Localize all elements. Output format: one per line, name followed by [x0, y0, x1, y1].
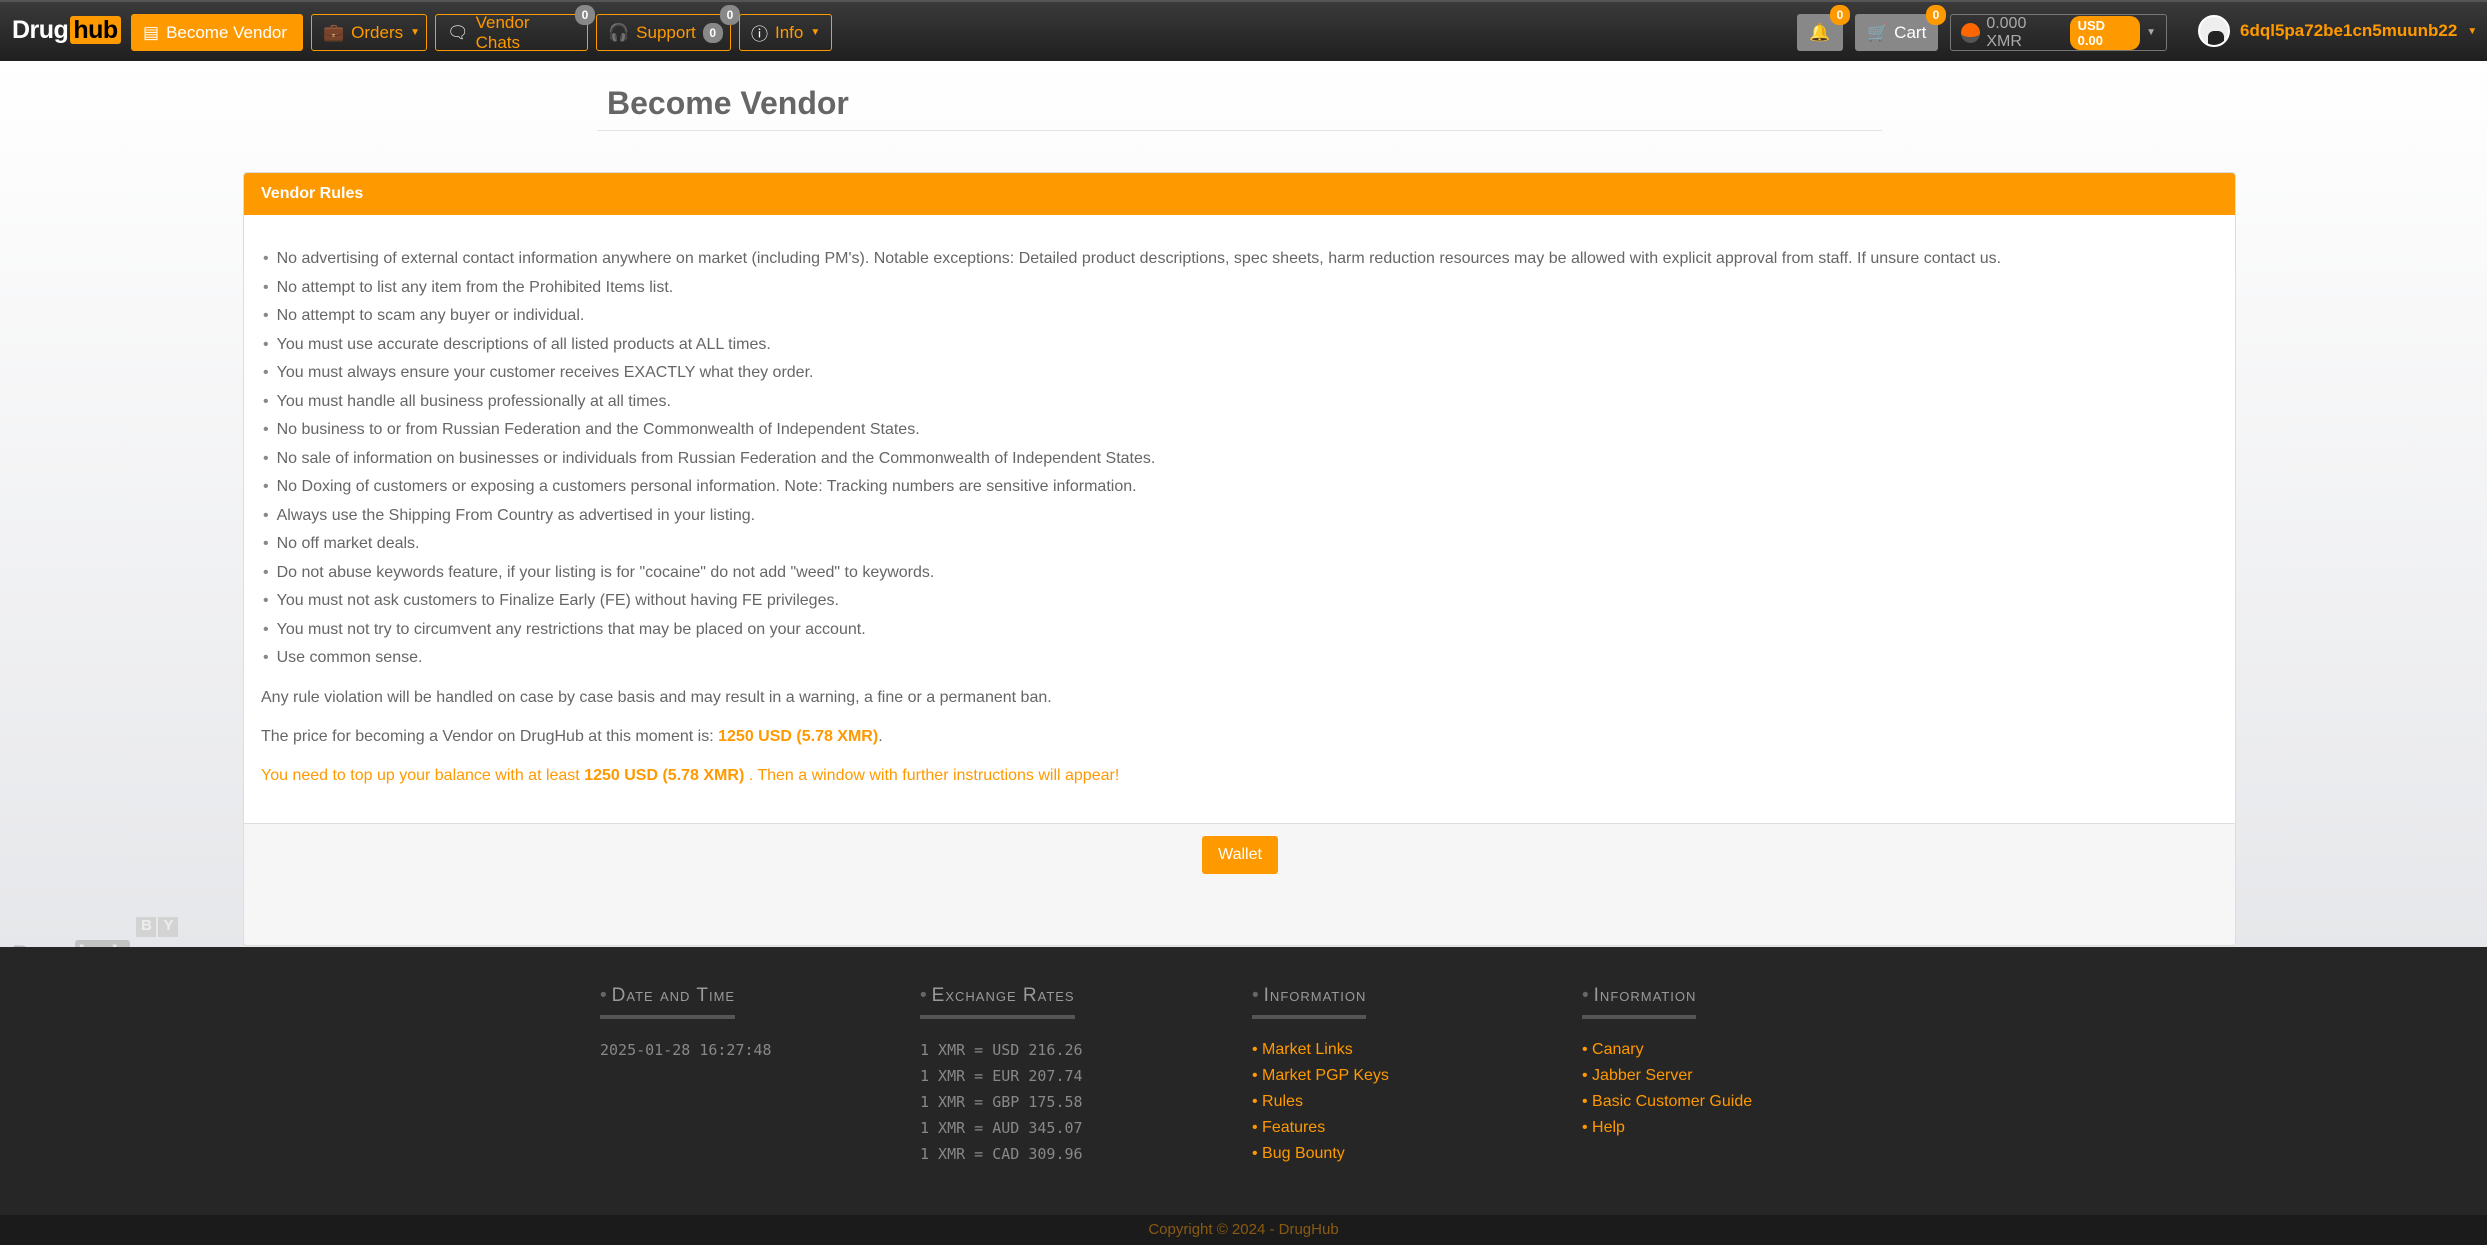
- cart-badge: 0: [1926, 5, 1946, 25]
- headset-icon: 🎧: [608, 22, 630, 42]
- support-badge: 0: [720, 5, 740, 25]
- footer-link[interactable]: Market Links: [1252, 1037, 1389, 1063]
- rule-item: No sale of information on businesses or …: [261, 445, 2218, 474]
- copyright: Copyright © 2024 - DrugHub: [0, 1215, 2487, 1245]
- support-inline-badge: 0: [702, 22, 723, 43]
- info-icon: ⓘ: [751, 25, 768, 44]
- vendor-chats-badge: 0: [575, 5, 595, 25]
- bell-icon: 🔔: [1809, 22, 1831, 42]
- rule-item: Use common sense.: [261, 644, 2218, 673]
- page-title: Become Vendor: [607, 85, 849, 121]
- watermark-b: B: [136, 917, 157, 937]
- support-label: Support: [636, 22, 696, 42]
- price-value: 1250 USD (5.78 XMR): [718, 727, 879, 745]
- footer-datetime: Date and Time 2025-01-28 16:27:48: [600, 985, 772, 1063]
- footer-information-1: Information Market LinksMarket PGP KeysR…: [1252, 985, 1389, 1167]
- footer-link[interactable]: Basic Customer Guide: [1582, 1089, 1752, 1115]
- footer-heading: Exchange Rates: [920, 985, 1075, 1019]
- exchange-rate: 1 XMR = AUD 345.07: [920, 1119, 1083, 1137]
- footer-link[interactable]: Bug Bounty: [1252, 1141, 1389, 1167]
- cart-icon: 🛒: [1867, 22, 1889, 42]
- rule-item: No business to or from Russian Federatio…: [261, 416, 2218, 445]
- footer-link[interactable]: Market PGP Keys: [1252, 1063, 1389, 1089]
- footer-link[interactable]: Features: [1252, 1115, 1389, 1141]
- rule-item: You must handle all business professiona…: [261, 388, 2218, 417]
- footer-link[interactable]: Canary: [1582, 1037, 1752, 1063]
- become-vendor-label: Become Vendor: [166, 22, 288, 42]
- caret-down-icon: ▼: [2146, 27, 2156, 38]
- footer-exchange-rates: Exchange Rates 1 XMR = USD 216.26 1 XMR =…: [920, 985, 1083, 1167]
- footer-link[interactable]: Jabber Server: [1582, 1063, 1752, 1089]
- topup-text: You need to top up your balance with at …: [261, 761, 2218, 790]
- rule-item: No off market deals.: [261, 530, 2218, 559]
- price-prefix: The price for becoming a Vendor on DrugH…: [261, 727, 719, 745]
- footer-link[interactable]: Rules: [1252, 1089, 1389, 1115]
- topup-amount: 1250 USD (5.78 XMR): [584, 766, 745, 784]
- rule-item: You must not try to circumvent any restr…: [261, 616, 2218, 645]
- wallet-button[interactable]: Wallet: [1202, 836, 1278, 874]
- violation-text: Any rule violation will be handled on ca…: [261, 688, 1052, 706]
- briefcase-icon: 💼: [323, 22, 345, 42]
- support-button[interactable]: 🎧 Support 0: [596, 14, 731, 51]
- caret-down-icon: ▼: [410, 27, 421, 38]
- watermark-y: Y: [158, 917, 179, 937]
- price-suffix: .: [878, 727, 883, 745]
- caret-down-icon: ▼: [2467, 25, 2478, 37]
- topup-prefix: You need to top up your balance with at …: [261, 766, 585, 784]
- main-content: Become Vendor Vendor Rules No advertisin…: [0, 61, 2487, 971]
- rule-item: You must not ask customers to Finalize E…: [261, 587, 2218, 616]
- file-icon: ▤: [143, 22, 160, 42]
- title-divider: [597, 130, 1882, 131]
- price-text: The price for becoming a Vendor on DrugH…: [261, 722, 2218, 751]
- footer-heading: Information: [1252, 985, 1367, 1019]
- balance-usd: USD 0.00: [2069, 15, 2141, 50]
- navbar: Drug hub ▤ Become Vendor 💼 Orders ▼ 🗨 Vendor …: [0, 0, 2487, 61]
- rule-item: No attempt to scam any buyer or individu…: [261, 302, 2218, 331]
- footer-information-2: Information CanaryJabber ServerBasic Cus…: [1582, 985, 1752, 1141]
- exchange-rate: 1 XMR = USD 216.26: [920, 1041, 1083, 1059]
- notifications-badge: 0: [1830, 5, 1850, 25]
- vendor-chats-label: Vendor Chats: [475, 12, 530, 52]
- rule-item: Always use the Shipping From Country as …: [261, 502, 2218, 531]
- monero-icon: [1961, 22, 1981, 43]
- footer-heading: Information: [1582, 985, 1697, 1019]
- rule-item: Do not abuse keywords feature, if your l…: [261, 559, 2218, 588]
- balance-dropdown[interactable]: 0.000 XMR USD 0.00 ▼: [1950, 14, 2167, 51]
- avatar: [2198, 15, 2230, 47]
- panel-body: No advertising of external contact infor…: [244, 215, 2235, 823]
- panel-header: Vendor Rules: [244, 173, 2235, 215]
- logo-hub: hub: [70, 16, 121, 44]
- topup-suffix: . Then a window with further instruction…: [744, 766, 1120, 784]
- vendor-chats-button[interactable]: 🗨 Vendor Chats: [435, 12, 588, 52]
- info-label: Info: [775, 22, 804, 42]
- rules-list: No advertising of external contact infor…: [261, 245, 2218, 673]
- rule-item: You must use accurate descriptions of al…: [261, 331, 2218, 360]
- user-menu[interactable]: 6dql5pa72be1cn5muunb22 ▼: [2198, 15, 2477, 47]
- logo-text: Drug: [12, 16, 69, 44]
- datetime-value: 2025-01-28 16:27:48: [600, 1041, 772, 1059]
- rule-item: No advertising of external contact infor…: [261, 245, 2218, 274]
- rule-item: You must always ensure your customer rec…: [261, 359, 2218, 388]
- orders-dropdown[interactable]: 💼 Orders ▼: [311, 14, 427, 51]
- orders-label: Orders: [351, 22, 404, 42]
- footer: Date and Time 2025-01-28 16:27:48 Exchan…: [0, 947, 2487, 1215]
- vendor-rules-panel: Vendor Rules No advertising of external …: [243, 172, 2236, 946]
- rule-item: No Doxing of customers or exposing a cus…: [261, 473, 2218, 502]
- exchange-rate: 1 XMR = GBP 175.58: [920, 1093, 1083, 1111]
- logo[interactable]: Drug hub: [12, 16, 121, 45]
- become-vendor-button[interactable]: ▤ Become Vendor: [131, 14, 303, 51]
- username: 6dql5pa72be1cn5muunb22: [2240, 21, 2458, 40]
- panel-footer: Wallet: [244, 823, 2235, 945]
- info-dropdown[interactable]: ⓘ Info ▼: [739, 14, 832, 51]
- chat-icon: 🗨: [447, 22, 469, 42]
- footer-heading: Date and Time: [600, 985, 736, 1019]
- rule-item: No attempt to list any item from the Pro…: [261, 274, 2218, 303]
- exchange-rate: 1 XMR = CAD 309.96: [920, 1145, 1083, 1163]
- footer-link[interactable]: Help: [1582, 1115, 1752, 1141]
- cart-button[interactable]: 🛒 Cart: [1855, 14, 1938, 51]
- exchange-rate: 1 XMR = EUR 207.74: [920, 1067, 1083, 1085]
- cart-label: Cart: [1894, 22, 1927, 42]
- balance-xmr: 0.000 XMR: [1986, 14, 2027, 50]
- caret-down-icon: ▼: [810, 27, 821, 38]
